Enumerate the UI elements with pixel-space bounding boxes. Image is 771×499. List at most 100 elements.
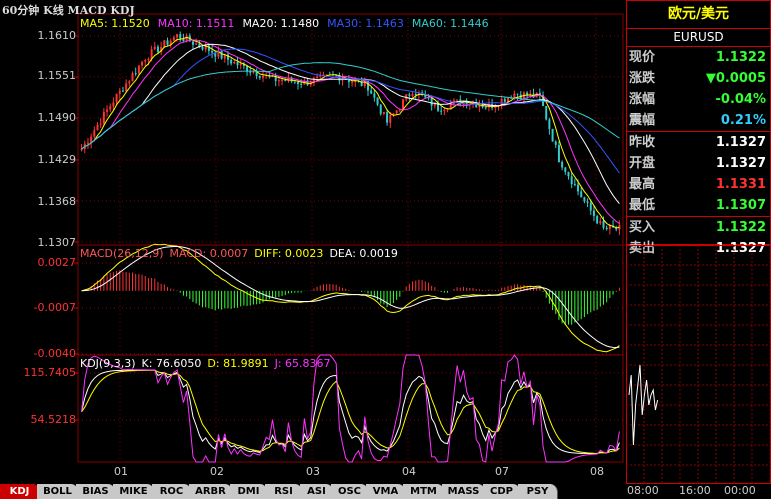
candle-body [182,38,185,42]
kdj-label: D: 81.9891 [207,357,269,370]
candle-body [191,41,194,45]
instrument-name: 欧元/美元 [627,1,770,29]
quote-value: 1.1307 [715,198,766,213]
chart-canvas[interactable] [0,0,626,484]
tab-mike[interactable]: MIKE [113,484,155,499]
tab-mtm[interactable]: MTM [403,484,445,499]
candle-body [376,97,379,105]
candle-body [293,81,296,83]
y-axis-label: -0.0007 [33,301,76,314]
macd-label: DEA: 0.0019 [329,247,398,260]
quote-value: 1.1327 [715,135,766,150]
candle-body [156,46,159,52]
candle-body [573,184,576,186]
candle-body [261,75,264,78]
tab-cdp[interactable]: CDP [483,484,521,499]
candle-body [233,61,236,64]
candle-body [131,73,134,82]
candle-body [134,73,137,75]
candle-body [351,81,354,83]
candle-body [386,112,389,123]
tick-chart[interactable] [626,245,771,484]
candle-body [379,104,382,114]
candle-body [147,59,150,61]
quote-row: 最高 1.1331 [627,174,770,195]
candle-body [176,34,179,38]
candle-body [96,124,99,131]
candle-body [503,98,506,102]
candle-body [608,225,611,230]
kdj-label: J: 65.8367 [274,357,331,370]
candle-body [258,76,261,78]
tab-osc[interactable]: OSC [331,484,369,499]
candle-body [93,130,96,137]
candle-body [121,90,124,92]
tab-dmi[interactable]: DMI [230,484,268,499]
candle-body [281,80,284,82]
tab-kdj[interactable]: KDJ [0,484,40,499]
candle-body [605,227,608,230]
y-axis-label: 0.0027 [37,256,77,269]
candle-body [414,93,417,96]
ma-legend: MA5: 1.1520 MA10: 1.1511 MA20: 1.1480 MA30:… [80,17,497,30]
ma-label: MA5: 1.1520 [80,17,150,30]
candle-body [382,112,385,114]
tab-psy[interactable]: PSY [518,484,558,499]
quote-value: 1.1327 [715,156,766,171]
time-axis-label: 16:00 [679,484,711,497]
candle-body [580,191,583,198]
candle-body [112,102,115,107]
k-line [81,369,620,455]
candle-body [561,161,564,168]
candle-body [316,76,319,79]
quote-row: 涨幅 -0.04% [627,89,770,110]
candle-body [106,109,109,112]
candle-body [179,34,182,39]
quote-label: 涨跌 [629,71,656,86]
tick-line [628,364,659,446]
x-axis-label: 02 [210,465,224,478]
candle-body [602,221,605,228]
y-axis-label: 1.1490 [37,111,77,124]
candle-body [408,94,411,96]
candle-body [166,40,169,45]
candle-body [239,63,242,66]
candle-body [252,71,255,73]
candle-body [545,106,548,120]
quote-label: 涨幅 [629,92,656,107]
candle-body [389,114,392,123]
candle-body [484,107,487,109]
x-axis-label: 07 [495,465,509,478]
tab-bias[interactable]: BIAS [76,484,116,499]
chart-area[interactable]: 60分钟 K线 MACD KDJ MA5: 1.1520 MA10: 1.1511… [0,0,626,484]
candle-body [125,83,128,92]
y-axis-label: 54.5218 [30,413,77,426]
tab-rsi[interactable]: RSI [265,484,303,499]
tab-vma[interactable]: VMA [366,484,406,499]
tab-asi[interactable]: ASI [300,484,334,499]
kdj-label: K: 76.6050 [141,357,202,370]
tab-boll[interactable]: BOLL [37,484,79,499]
tab-mass[interactable]: MASS [442,484,486,499]
candle-body [589,202,592,211]
candle-body [395,110,398,114]
quote-label: 最高 [629,177,656,192]
ma-label: MA10: 1.1511 [157,17,235,30]
candle-body [570,176,573,185]
candle-body [102,111,105,124]
candle-body [296,82,299,84]
tab-roc[interactable]: ROC [152,484,192,499]
candle-body [347,79,350,83]
candle-body [516,93,519,95]
quote-label: 昨收 [629,135,656,150]
dea-line [81,245,620,349]
candle-body [80,149,83,151]
quote-value: 1.1331 [715,177,766,192]
tab-arbr[interactable]: ARBR [189,484,233,499]
candle-body [163,40,166,47]
chart-title: 60分钟 K线 MACD KDJ [2,4,135,17]
candle-body [236,61,239,66]
candle-body [586,201,589,203]
candle-body [443,109,446,111]
quote-row: 涨跌 ▼0.0005 [627,68,770,89]
